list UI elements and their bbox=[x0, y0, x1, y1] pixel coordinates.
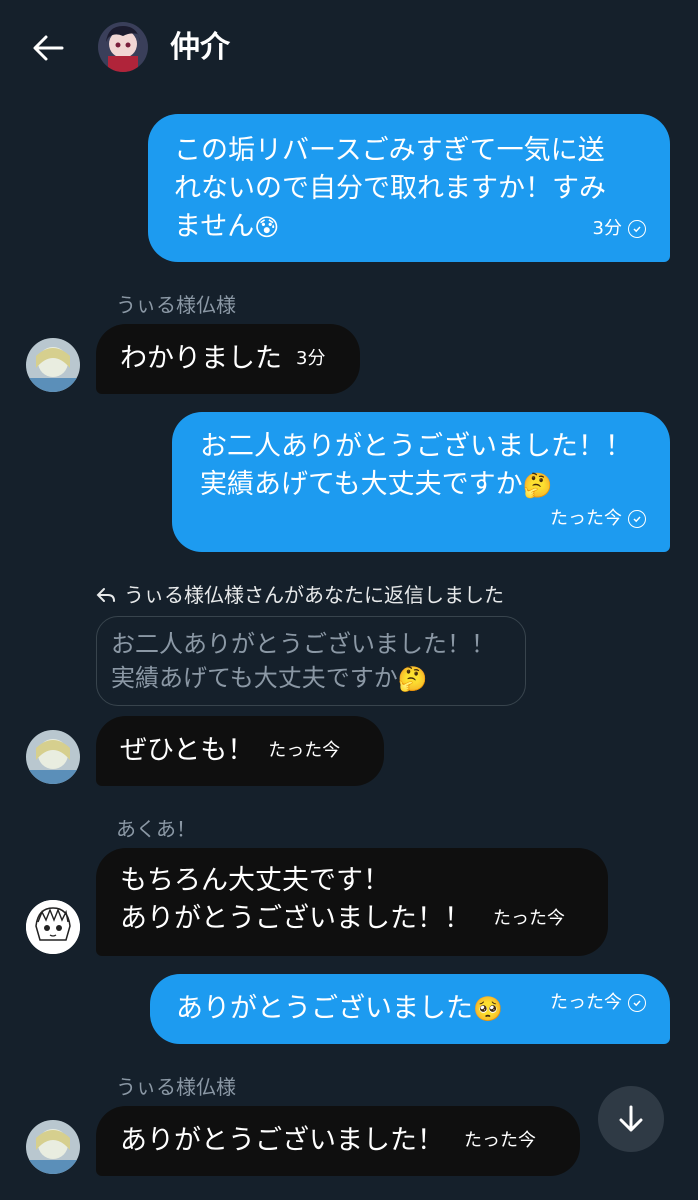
conversation-header: 仲介 bbox=[0, 0, 698, 96]
reply-icon bbox=[96, 588, 115, 602]
check-circle-icon bbox=[628, 220, 646, 238]
sweat-emoji: 😰 bbox=[254, 213, 280, 242]
thinking-emoji: 🤔 bbox=[522, 471, 553, 500]
message-text-line: お二人ありがとうございました！！ bbox=[200, 431, 632, 462]
sender-avatar[interactable] bbox=[26, 900, 80, 954]
incoming-message[interactable]: ぜひとも！ たった今 bbox=[96, 716, 384, 786]
message-time: 3分 bbox=[296, 348, 326, 369]
sender-name: うぃる様仏様 bbox=[116, 1075, 236, 1099]
arrow-down-icon bbox=[619, 1105, 643, 1132]
message-time: たった今 bbox=[464, 1130, 536, 1151]
message-text-line: ません bbox=[174, 211, 255, 242]
message-text: わかりました bbox=[120, 343, 282, 374]
outgoing-message[interactable]: お二人ありがとうございました！！ 実績あげても大丈夫ですか🤔 たった今 bbox=[172, 412, 670, 552]
pleading-emoji: 🥺 bbox=[473, 995, 503, 1023]
message-time: たった今 bbox=[550, 992, 622, 1013]
incoming-message[interactable]: わかりました 3分 bbox=[96, 324, 360, 394]
sender-name: あくあ！ bbox=[116, 817, 196, 841]
message-time: 3分 bbox=[592, 218, 622, 239]
message-time: たった今 bbox=[268, 740, 341, 761]
outgoing-message[interactable]: ありがとうございました 🥺 たった今 bbox=[150, 974, 670, 1044]
sender-avatar[interactable] bbox=[26, 338, 80, 392]
sender-avatar[interactable] bbox=[26, 730, 80, 784]
conversation-title: 仲介 bbox=[170, 30, 230, 65]
check-circle-icon bbox=[628, 994, 646, 1012]
back-button[interactable] bbox=[26, 28, 70, 68]
message-text-line: この垢リバースごみすぎて一気に送 bbox=[174, 135, 605, 166]
sender-name: うぃる様仏様 bbox=[116, 293, 236, 317]
message-text-line: もちろん大丈夫です！ bbox=[120, 865, 390, 896]
incoming-message[interactable]: もちろん大丈夫です！ ありがとうございました！！ たった今 bbox=[96, 848, 608, 956]
message-text: ありがとうございました！ bbox=[120, 1125, 444, 1156]
message-meta: たった今 bbox=[550, 984, 646, 1022]
message-text: ぜひとも！ bbox=[120, 735, 255, 766]
quoted-line: お二人ありがとうございました！！ bbox=[111, 630, 495, 658]
arrow-left-icon bbox=[33, 35, 64, 61]
scroll-to-bottom-button[interactable] bbox=[598, 1086, 664, 1152]
message-meta: たった今 bbox=[550, 500, 646, 538]
quoted-message[interactable]: お二人ありがとうございました！！ 実績あげても大丈夫ですか🤔 bbox=[96, 616, 526, 706]
sender-avatar[interactable] bbox=[26, 1120, 80, 1174]
message-time: たった今 bbox=[550, 508, 622, 529]
incoming-message[interactable]: ありがとうございました！ たった今 bbox=[96, 1106, 580, 1176]
contact-avatar[interactable] bbox=[98, 22, 148, 72]
check-circle-icon bbox=[628, 510, 646, 528]
reply-indicator: うぃる様仏様さんがあなたに返信しました bbox=[96, 582, 504, 608]
message-text-line: 実績あげても大丈夫ですか bbox=[200, 469, 523, 500]
message-text-line: れないので自分で取れますか！すみ bbox=[174, 173, 606, 204]
message-text: ありがとうございました bbox=[176, 993, 473, 1024]
outgoing-message[interactable]: この垢リバースごみすぎて一気に送 れないので自分で取れますか！すみ ません😰 3… bbox=[148, 114, 670, 262]
message-time: たった今 bbox=[493, 908, 565, 929]
message-text-line: ありがとうございました！！ bbox=[120, 903, 471, 934]
message-meta: 3分 bbox=[593, 210, 646, 248]
quoted-line: 実績あげても大丈夫ですか bbox=[111, 664, 398, 692]
thinking-emoji: 🤔 bbox=[397, 665, 428, 693]
reply-note-text: うぃる様仏様さんがあなたに返信しました bbox=[124, 583, 504, 607]
